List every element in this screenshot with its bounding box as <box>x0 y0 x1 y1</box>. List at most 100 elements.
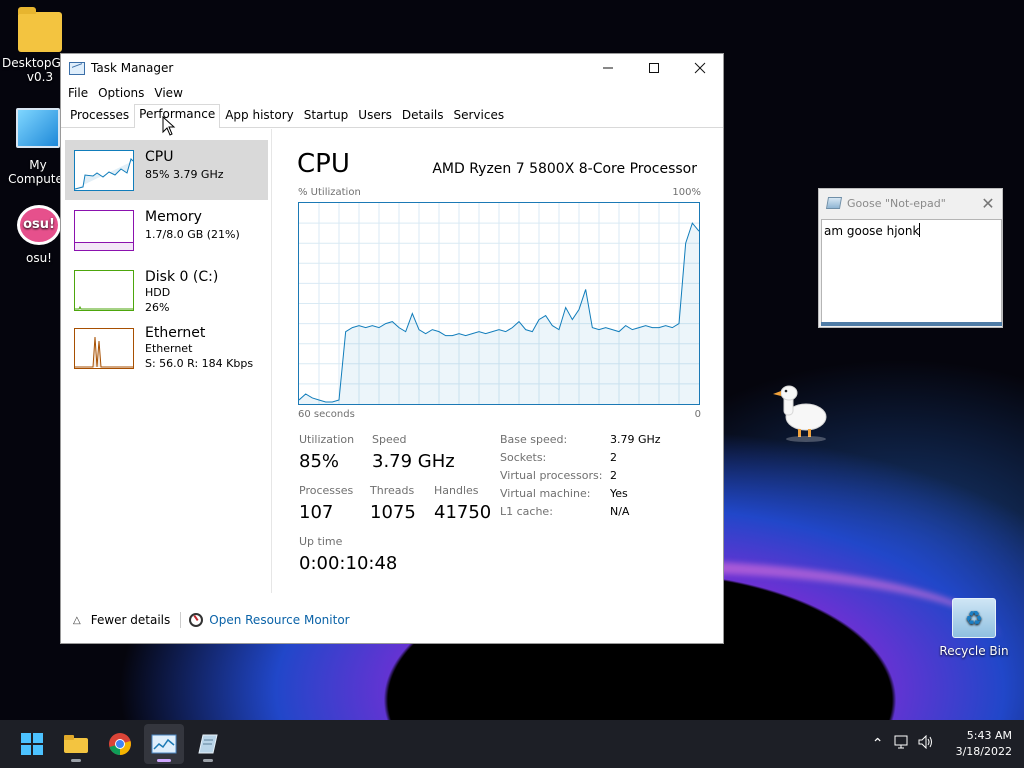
task-manager-icon <box>151 734 177 754</box>
clock-time: 5:43 AM <box>966 729 1012 742</box>
network-icon[interactable] <box>890 735 914 753</box>
taskbar: ⌃ 5:43 AM 3/18/2022 <box>0 720 1024 768</box>
utilization-value: 85% <box>299 451 340 472</box>
resource-type: HDD <box>145 286 171 299</box>
cpu-graph-svg <box>298 203 700 404</box>
menu-file[interactable]: File <box>63 86 93 100</box>
handles-label: Handles <box>434 484 479 497</box>
tab-performance[interactable]: Performance <box>134 104 221 128</box>
tab-startup[interactable]: Startup <box>299 105 354 127</box>
resource-ethernet[interactable]: Ethernet Ethernet S: 56.0 R: 184 Kbps <box>65 318 268 378</box>
tab-users[interactable]: Users <box>353 105 397 127</box>
taskbar-chrome[interactable] <box>100 724 140 764</box>
mouse-cursor-icon <box>162 116 176 136</box>
resource-disk[interactable]: Disk 0 (C:) HDD 26% <box>65 260 268 320</box>
handles-value: 41750 <box>434 502 492 523</box>
notepad-bottom-bar <box>821 322 1002 326</box>
threads-label: Threads <box>370 484 415 497</box>
minimize-icon <box>603 67 613 69</box>
utilization-label: Utilization <box>299 433 355 446</box>
desktop-icon-recycle-bin[interactable]: ♻ Recycle Bin <box>936 598 1012 658</box>
spec-virtual-processors-value: 2 <box>610 469 617 482</box>
taskbar-clock[interactable]: 5:43 AM 3/18/2022 <box>938 728 1024 760</box>
taskbar-running-indicator <box>203 759 213 762</box>
menu-bar: File Options View <box>61 82 723 104</box>
taskbar-running-indicator <box>157 759 171 762</box>
memory-thumbnail <box>74 210 134 251</box>
clock-date: 3/18/2022 <box>955 745 1012 758</box>
resource-memory[interactable]: Memory 1.7/8.0 GB (21%) <box>65 200 268 260</box>
close-icon <box>694 62 706 74</box>
notepad-title-bar[interactable]: Goose "Not-epad" ✕ <box>819 189 1002 217</box>
taskbar-notepad[interactable] <box>188 724 228 764</box>
uptime-label: Up time <box>299 535 343 548</box>
footer-divider <box>180 612 182 628</box>
text-caret <box>919 223 921 237</box>
spec-l1-cache-label: L1 cache: <box>500 505 553 518</box>
taskbar-running-indicator <box>71 759 81 762</box>
folder-icon <box>64 735 88 753</box>
cpu-thumbnail <box>74 150 134 191</box>
window-title: Task Manager <box>91 61 174 75</box>
taskbar-file-explorer[interactable] <box>56 724 96 764</box>
resource-value: 26% <box>145 301 170 314</box>
tab-details[interactable]: Details <box>397 105 449 127</box>
volume-icon[interactable] <box>914 734 938 753</box>
tab-processes[interactable]: Processes <box>65 105 134 127</box>
open-resource-monitor-link[interactable]: Open Resource Monitor <box>209 613 349 627</box>
detail-title: CPU <box>297 149 350 179</box>
task-manager-window: Task Manager File Options View Processes… <box>60 53 724 644</box>
notepad-text-area[interactable]: am goose hjonk <box>821 219 1002 323</box>
cpu-utilization-graph <box>298 202 700 405</box>
goose-icon <box>773 385 827 442</box>
goose-notepad-window: Goose "Not-epad" ✕ am goose hjonk <box>818 188 1003 328</box>
close-button[interactable] <box>677 54 723 82</box>
spec-base-speed-value: 3.79 GHz <box>610 433 661 446</box>
notepad-icon <box>825 197 843 209</box>
fewer-details-link[interactable]: Fewer details <box>91 613 171 627</box>
task-manager-icon <box>69 61 85 75</box>
resource-list: CPU 85% 3.79 GHz Memory 1.7/8.0 GB (21%)… <box>61 129 272 593</box>
menu-view[interactable]: View <box>149 86 187 100</box>
threads-value: 1075 <box>370 502 416 523</box>
speed-value: 3.79 GHz <box>372 451 455 472</box>
resource-monitor-icon <box>189 613 204 627</box>
maximize-button[interactable] <box>631 54 677 82</box>
tab-bar: Processes Performance App history Startu… <box>61 104 723 128</box>
tab-services[interactable]: Services <box>449 105 510 127</box>
resource-name: Ethernet <box>145 325 206 341</box>
monitor-icon <box>16 108 60 148</box>
chevron-up-icon: △ <box>73 614 81 626</box>
spec-virtual-machine-value: Yes <box>610 487 628 500</box>
folder-icon <box>18 7 62 52</box>
cpu-model: AMD Ryzen 7 5800X 8-Core Processor <box>432 161 697 177</box>
resource-name: CPU <box>145 149 174 165</box>
system-tray: ⌃ 5:43 AM 3/18/2022 <box>866 720 1024 768</box>
tab-app-history[interactable]: App history <box>220 105 299 127</box>
minimize-button[interactable] <box>585 54 631 82</box>
menu-options[interactable]: Options <box>93 86 149 100</box>
title-bar[interactable]: Task Manager <box>61 54 723 82</box>
spec-virtual-processors-label: Virtual processors: <box>500 469 603 482</box>
start-button[interactable] <box>12 724 52 764</box>
chrome-icon <box>109 733 131 755</box>
taskbar-task-manager[interactable] <box>144 724 184 764</box>
y-axis-label: % Utilization <box>298 187 361 198</box>
speed-label: Speed <box>372 433 407 446</box>
y-axis-max: 100% <box>672 187 701 198</box>
x-axis-label: 60 seconds <box>298 409 355 420</box>
spec-base-speed-label: Base speed: <box>500 433 568 446</box>
maximize-icon <box>649 63 659 73</box>
chevron-up-icon[interactable]: ⌃ <box>866 736 890 752</box>
spec-sockets-value: 2 <box>610 451 617 464</box>
windows-icon <box>21 733 43 755</box>
resource-cpu[interactable]: CPU 85% 3.79 GHz <box>65 140 268 200</box>
resource-name: Disk 0 (C:) <box>145 269 219 285</box>
resource-adapter: Ethernet <box>145 342 193 355</box>
processes-label: Processes <box>299 484 354 497</box>
notepad-close-button[interactable]: ✕ <box>974 194 1002 213</box>
resource-value: 1.7/8.0 GB (21%) <box>145 228 240 241</box>
x-axis-min: 0 <box>694 409 701 420</box>
resource-name: Memory <box>145 209 202 225</box>
recycle-bin-icon: ♻ <box>952 598 996 638</box>
